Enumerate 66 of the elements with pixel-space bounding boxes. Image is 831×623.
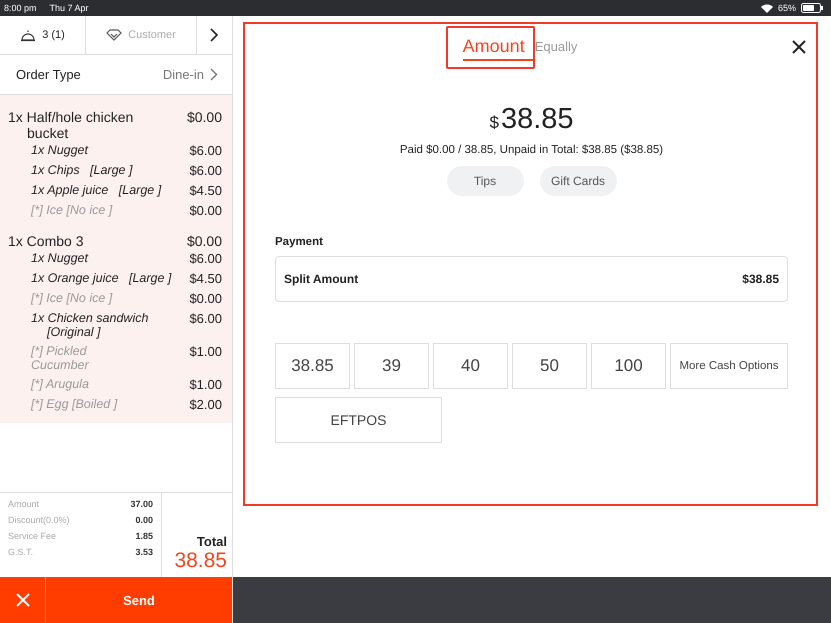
split-label: Split Amount — [284, 272, 358, 286]
item-price: $1.00 — [188, 344, 222, 359]
item-price: $0.00 — [188, 291, 222, 306]
close-icon — [16, 593, 30, 607]
cash-button[interactable]: More Cash Options — [670, 343, 788, 389]
split-amount-row[interactable]: Split Amount $38.85 — [275, 256, 788, 302]
option-button[interactable]: Tips — [446, 166, 524, 196]
summary-label: Discount(0.0%) — [8, 515, 70, 525]
cash-button[interactable]: 50 — [512, 343, 587, 389]
item-price: $0.00 — [186, 233, 222, 249]
split-value: $38.85 — [742, 272, 779, 286]
payment-label: Payment — [275, 236, 324, 248]
summary-label: Amount — [8, 499, 40, 509]
clock-text: 8:00 pm — [4, 3, 37, 13]
bell-icon — [20, 28, 36, 42]
item-name: 1x Combo 3 — [8, 233, 84, 249]
summary-value: 37.00 — [130, 499, 153, 509]
total-value: 38.85 — [174, 549, 227, 573]
wifi-icon — [760, 4, 773, 12]
item-price: $6.00 — [188, 143, 222, 158]
summary-value: 0.00 — [135, 515, 153, 525]
item-price: $0.00 — [188, 203, 222, 218]
summary-value: 1.85 — [135, 531, 153, 541]
sub-item-name: 1x Chips [Large ] — [31, 163, 134, 177]
amount-display: $38.85 — [488, 103, 575, 136]
item-price: $2.00 — [188, 397, 222, 412]
sub-item-name: 1x Apple juice [Large ] — [31, 183, 162, 197]
payment-method-button[interactable]: EFTPOS — [275, 397, 442, 443]
modifier-name: [*] Ice [No ice ] — [31, 291, 114, 305]
chevron-right-icon — [210, 28, 219, 42]
cash-button[interactable]: 38.85 — [275, 343, 350, 389]
summary-label: G.S.T. — [8, 547, 34, 557]
sub-item-name: 1x Orange juice [Large ] — [31, 271, 172, 285]
item-price: $4.50 — [188, 183, 222, 198]
chevron-right-icon — [210, 68, 218, 81]
modifier-name: [*] Pickled Cucumber — [31, 344, 90, 372]
summary-value: 3.53 — [135, 547, 153, 557]
order-type-value: Dine-in — [162, 67, 204, 82]
battery-text: 65% — [778, 3, 796, 13]
close-icon — [792, 40, 806, 54]
guests-button[interactable]: 3 (1) — [0, 16, 86, 54]
sub-item-name: 1x Nugget — [31, 143, 90, 157]
item-price: $1.00 — [188, 377, 222, 392]
item-price: $6.00 — [188, 163, 222, 178]
sub-item-name: 1x Chicken sandwich [Original ] — [31, 311, 150, 339]
order-type-label: Order Type — [16, 67, 81, 82]
diamond-icon — [106, 29, 122, 41]
paid-summary: Paid $0.00 / 38.85, Unpaid in Total: $38.85 ($38.85) — [398, 144, 664, 156]
modifier-name: [*] Egg [Boiled ] — [31, 397, 118, 411]
option-button[interactable]: Gift Cards — [540, 166, 616, 196]
item-price: $0.00 — [186, 109, 222, 125]
item-price: $6.00 — [188, 311, 222, 326]
date-text: Thu 7 Apr — [50, 3, 89, 13]
item-price: $6.00 — [188, 251, 222, 266]
cash-button[interactable]: 39 — [354, 343, 429, 389]
battery-icon — [801, 3, 823, 13]
cash-button[interactable]: 40 — [433, 343, 508, 389]
summary-label: Service Fee — [8, 531, 56, 541]
sub-item-name: 1x Nugget — [31, 251, 90, 265]
total-label: Total — [196, 534, 227, 549]
item-price: $4.50 — [188, 271, 222, 286]
modifier-name: [*] Arugula — [31, 377, 90, 391]
tab[interactable]: Amount — [446, 26, 535, 69]
modifier-name: [*] Ice [No ice ] — [31, 203, 114, 217]
item-name: 1x Half/hole chicken bucket — [8, 109, 134, 141]
cash-button[interactable]: 100 — [591, 343, 666, 389]
